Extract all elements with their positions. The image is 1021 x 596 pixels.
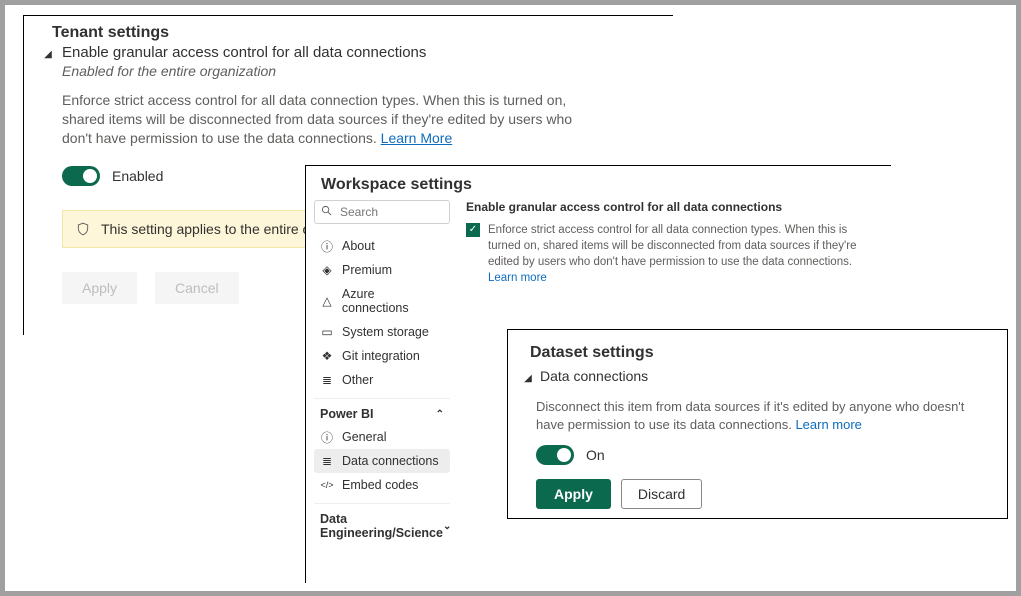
sidebar-item-embed[interactable]: </> Embed codes: [314, 473, 450, 497]
sidebar-item-about[interactable]: ⓘ About: [314, 234, 450, 258]
sidebar-item-storage[interactable]: ▭ System storage: [314, 320, 450, 344]
search-input[interactable]: [314, 200, 450, 224]
tenant-status: Enabled for the entire organization: [24, 63, 673, 79]
section-label: Power BI: [320, 407, 374, 421]
sidebar-item-label: Other: [342, 373, 373, 387]
discard-button[interactable]: Discard: [621, 479, 702, 509]
notice-bar: This setting applies to the entire org: [62, 210, 342, 248]
chevron-up-icon: ⌃: [436, 409, 444, 420]
code-icon: </>: [320, 478, 334, 492]
learn-more-link[interactable]: Learn more: [488, 272, 547, 284]
collapse-icon[interactable]: ◢: [522, 372, 534, 384]
workspace-content-title: Enable granular access control for all d…: [466, 200, 877, 222]
chevron-down-icon: ⌄: [443, 521, 451, 532]
sidebar-item-dataconnections[interactable]: ≣ Data connections: [314, 449, 450, 473]
dataconn-icon: ≣: [320, 454, 334, 468]
cancel-button[interactable]: Cancel: [155, 272, 239, 304]
diamond-icon: ◈: [320, 263, 334, 277]
dataset-subtitle: Data connections: [540, 368, 648, 384]
sidebar-item-general[interactable]: ⓘ General: [314, 425, 450, 449]
learn-more-link[interactable]: Learn More: [381, 130, 453, 146]
search-field[interactable]: [338, 204, 443, 220]
sidebar-item-label: Data connections: [342, 454, 439, 468]
section-label: Data Engineering/Science: [320, 512, 443, 540]
info-icon: ⓘ: [320, 430, 334, 444]
sidebar-item-git[interactable]: ❖ Git integration: [314, 344, 450, 368]
workspace-content-desc: Enforce strict access control for all da…: [488, 222, 877, 286]
tenant-description: Enforce strict access control for all da…: [24, 79, 584, 148]
collapse-icon[interactable]: ◢: [42, 48, 54, 60]
tenant-title: Tenant settings: [24, 16, 673, 44]
tenant-subtitle: Enable granular access control for all d…: [62, 44, 426, 61]
shield-icon: [75, 222, 91, 236]
sidebar-item-label: About: [342, 239, 375, 253]
canvas: Tenant settings ◢ Enable granular access…: [0, 0, 1021, 596]
git-icon: ❖: [320, 349, 334, 363]
workspace-sidebar: ⓘ About ◈ Premium △ Azure connections ▭ …: [306, 200, 458, 544]
section-powerbi[interactable]: Power BI ⌃: [314, 398, 450, 425]
learn-more-link[interactable]: Learn more: [795, 417, 861, 432]
sidebar-item-label: General: [342, 430, 386, 444]
list-icon: ≣: [320, 373, 334, 387]
enabled-toggle[interactable]: [62, 166, 100, 186]
search-icon: [321, 205, 332, 219]
dataset-description: Disconnect this item from data sources i…: [508, 384, 1007, 433]
sidebar-item-label: System storage: [342, 325, 429, 339]
tenant-description-text: Enforce strict access control for all da…: [62, 92, 572, 146]
sidebar-item-azure[interactable]: △ Azure connections: [314, 282, 450, 320]
apply-button[interactable]: Apply: [62, 272, 137, 304]
notice-text: This setting applies to the entire org: [101, 221, 323, 237]
info-icon: ⓘ: [320, 239, 334, 253]
sidebar-item-premium[interactable]: ◈ Premium: [314, 258, 450, 282]
sidebar-item-label: Git integration: [342, 349, 420, 363]
apply-button[interactable]: Apply: [536, 479, 611, 509]
on-toggle[interactable]: [536, 445, 574, 465]
enabled-toggle-label: Enabled: [112, 168, 163, 184]
sidebar-item-label: Embed codes: [342, 478, 418, 492]
on-toggle-label: On: [586, 447, 605, 463]
enforce-checkbox[interactable]: ✓: [466, 223, 480, 237]
storage-icon: ▭: [320, 325, 334, 339]
sidebar-item-label: Azure connections: [342, 287, 444, 315]
sidebar-item-other[interactable]: ≣ Other: [314, 368, 450, 392]
workspace-title: Workspace settings: [306, 166, 891, 200]
dataset-title: Dataset settings: [508, 330, 1007, 368]
section-data-eng[interactable]: Data Engineering/Science ⌄: [314, 503, 450, 544]
sidebar-item-label: Premium: [342, 263, 392, 277]
azure-icon: △: [320, 294, 334, 308]
dataset-settings-panel: Dataset settings ◢ Data connections Disc…: [507, 329, 1008, 519]
